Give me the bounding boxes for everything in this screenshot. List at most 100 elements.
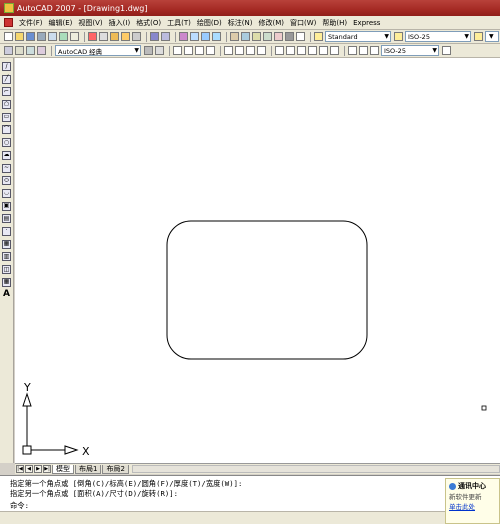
line-icon[interactable]: / (2, 62, 11, 71)
hatch-icon[interactable]: ▦ (2, 239, 11, 249)
command-window[interactable]: 指定第一个角点或 [倒角(C)/标高(E)/圆角(F)/厚度(T)/宽度(W)]… (0, 475, 500, 511)
multiline-text-icon[interactable]: A (2, 290, 11, 299)
arc-length-icon[interactable] (195, 46, 204, 55)
menu-file[interactable]: 文件(F) (16, 18, 46, 28)
quick-dimension-icon[interactable] (275, 46, 284, 55)
tool-palettes-icon[interactable] (252, 32, 261, 41)
circle-icon[interactable]: ○ (2, 138, 11, 148)
jogged-dimension-icon[interactable] (235, 46, 244, 55)
properties-icon[interactable] (230, 32, 239, 41)
3d-dwf-icon[interactable] (70, 32, 79, 41)
gradient-icon[interactable]: ▥ (2, 252, 11, 262)
redo-icon[interactable] (161, 32, 170, 41)
prev-tab-icon[interactable]: ◀ (25, 465, 33, 473)
radius-dimension-icon[interactable] (224, 46, 233, 55)
markup-icon[interactable] (274, 32, 283, 41)
publish-icon[interactable] (59, 32, 68, 41)
diameter-dimension-icon[interactable] (246, 46, 255, 55)
workspace-select[interactable]: AutoCAD 经典 ▼ (55, 45, 141, 56)
ellipse-icon[interactable]: ⬭ (2, 176, 11, 186)
dimension-edit-icon[interactable] (348, 46, 357, 55)
menu-dimension[interactable]: 标注(N) (225, 18, 256, 28)
menu-insert[interactable]: 插入(I) (106, 18, 134, 28)
zoom-previous-icon[interactable] (212, 32, 221, 41)
last-tab-icon[interactable]: ▶| (43, 465, 51, 473)
open-icon[interactable] (15, 32, 24, 41)
pan-icon[interactable] (179, 32, 188, 41)
dim-style-select-top[interactable]: ISO-25 ▼ (405, 31, 471, 42)
workspace-settings-icon[interactable] (144, 46, 153, 55)
menu-window[interactable]: 窗口(W) (287, 18, 319, 28)
drawing-canvas[interactable]: Y X (15, 58, 500, 463)
layer-previous-icon[interactable] (26, 46, 35, 55)
ordinate-dimension-icon[interactable] (206, 46, 215, 55)
command-prompt[interactable]: 命令: (10, 501, 29, 511)
dim-style-select[interactable]: ISO-25 ▼ (381, 45, 439, 56)
menu-express[interactable]: Express (350, 19, 383, 27)
center-mark-icon[interactable] (330, 46, 339, 55)
angular-dimension-icon[interactable] (257, 46, 266, 55)
baseline-dimension-icon[interactable] (286, 46, 295, 55)
arc-icon[interactable]: ⌒ (2, 125, 11, 135)
make-block-icon[interactable]: ▤ (2, 214, 11, 224)
dimension-style-icon[interactable] (442, 46, 451, 55)
design-center-icon[interactable] (241, 32, 250, 41)
menu-tools[interactable]: 工具(T) (164, 18, 194, 28)
plot-preview-icon[interactable] (48, 32, 57, 41)
cut-icon[interactable] (88, 32, 97, 41)
save-icon[interactable] (26, 32, 35, 41)
dimension-text-edit-icon[interactable] (359, 46, 368, 55)
menu-format[interactable]: 格式(O) (133, 18, 164, 28)
quick-leader-icon[interactable] (308, 46, 317, 55)
tolerance-icon[interactable] (319, 46, 328, 55)
zoom-realtime-icon[interactable] (190, 32, 199, 41)
point-icon[interactable]: · (2, 226, 11, 236)
next-tab-icon[interactable]: ▶ (34, 465, 42, 473)
horizontal-scrollbar[interactable] (131, 465, 500, 473)
text-style-select[interactable]: Standard ▼ (325, 31, 391, 42)
communication-center-balloon[interactable]: 通讯中心 新软件更新 单击此处 (445, 478, 500, 524)
table-icon[interactable]: ▦ (2, 277, 11, 287)
region-icon[interactable]: ◫ (2, 265, 11, 274)
block-editor-icon[interactable] (132, 32, 141, 41)
copy-icon[interactable] (99, 32, 108, 41)
rectangle-icon[interactable]: ▭ (2, 112, 11, 122)
construction-line-icon[interactable]: ╱ (2, 74, 11, 84)
polyline-icon[interactable]: ⌐ (2, 87, 11, 97)
continue-dimension-icon[interactable] (297, 46, 306, 55)
sheet-set-icon[interactable] (263, 32, 272, 41)
make-current-icon[interactable] (37, 46, 46, 55)
revision-cloud-icon[interactable]: ☁ (2, 150, 11, 160)
tab-model[interactable]: 模型 (52, 464, 74, 474)
notification-link[interactable]: 单击此处 (449, 501, 496, 511)
workspace-save-icon[interactable] (155, 46, 164, 55)
zoom-window-icon[interactable] (201, 32, 210, 41)
rounded-rectangle-shape[interactable] (166, 220, 368, 360)
calculator-icon[interactable] (285, 32, 294, 41)
polygon-icon[interactable]: ⬠ (2, 100, 11, 110)
layer-manager-icon[interactable] (4, 46, 13, 55)
ellipse-arc-icon[interactable]: ◡ (2, 188, 11, 198)
linear-dimension-icon[interactable] (173, 46, 182, 55)
tab-layout1[interactable]: 布局1 (75, 464, 102, 474)
menu-modify[interactable]: 修改(M) (255, 18, 287, 28)
spline-icon[interactable]: ~ (2, 163, 11, 173)
tab-layout2[interactable]: 布局2 (102, 464, 129, 474)
menu-view[interactable]: 视图(V) (75, 18, 105, 28)
help-icon[interactable] (296, 32, 305, 41)
plot-icon[interactable] (37, 32, 46, 41)
new-icon[interactable] (4, 32, 13, 41)
match-properties-icon[interactable] (121, 32, 130, 41)
paste-icon[interactable] (110, 32, 119, 41)
undo-icon[interactable] (150, 32, 159, 41)
table-style-select[interactable]: ▼ (485, 31, 499, 42)
aligned-dimension-icon[interactable] (184, 46, 193, 55)
menu-draw[interactable]: 绘图(D) (194, 18, 225, 28)
dimension-update-icon[interactable] (370, 46, 379, 55)
document-icon[interactable] (4, 18, 13, 27)
menu-help[interactable]: 帮助(H) (319, 18, 350, 28)
menu-edit[interactable]: 编辑(E) (46, 18, 76, 28)
layer-state-icon[interactable] (15, 46, 24, 55)
insert-block-icon[interactable]: ▣ (2, 201, 11, 211)
first-tab-icon[interactable]: |◀ (16, 465, 24, 473)
